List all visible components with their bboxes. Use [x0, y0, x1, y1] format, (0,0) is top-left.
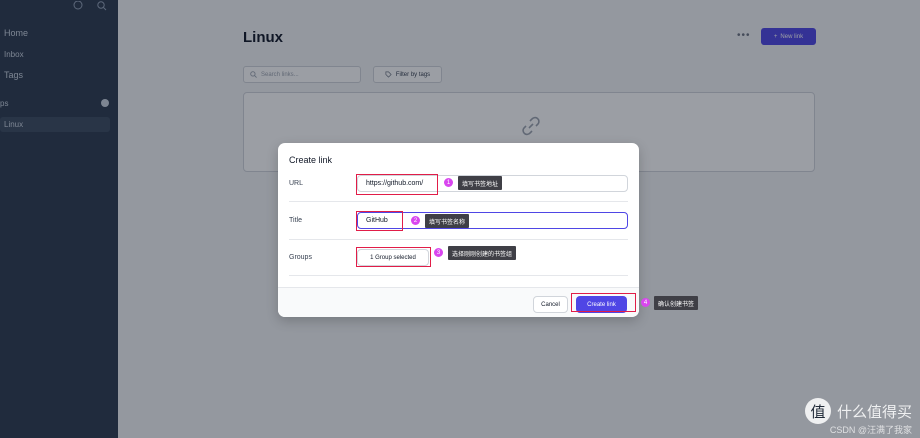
- url-value: https://github.com/: [366, 180, 424, 187]
- watermark: 值 什么值得买: [804, 398, 912, 424]
- annotation-number-2: 2: [411, 216, 420, 225]
- groups-select-button[interactable]: 1 Group selected: [357, 249, 429, 266]
- title-value: GitHub: [366, 217, 388, 224]
- divider: [289, 275, 628, 276]
- url-label: URL: [289, 180, 304, 187]
- cancel-button[interactable]: Cancel: [533, 296, 568, 313]
- annotation-tip-1: 填写书签地址: [458, 176, 503, 190]
- annotation-tip-2: 填写书签名称: [425, 214, 470, 228]
- watermark-subtext: CSDN @汪满了我家: [829, 425, 912, 435]
- create-link-button[interactable]: Create link: [576, 296, 627, 313]
- groups-label: Groups: [289, 254, 312, 261]
- title-field[interactable]: GitHub: [357, 212, 628, 229]
- annotation-number-1: 1: [444, 178, 453, 187]
- divider: [289, 239, 628, 240]
- divider: [289, 201, 628, 202]
- annotation-number-4: 4: [641, 298, 650, 307]
- create-link-dialog: Create link URL https://github.com/ Titl…: [278, 143, 639, 317]
- annotation-tip-3: 选择刚刚创建的书签组: [448, 246, 517, 260]
- dialog-title: Create link: [289, 155, 333, 165]
- annotation-number-3: 3: [434, 248, 443, 257]
- dialog-footer: Cancel Create link: [278, 287, 639, 317]
- title-label: Title: [289, 217, 302, 224]
- annotation-tip-4: 确认创建书签: [654, 296, 699, 310]
- watermark-text: 什么值得买: [836, 402, 912, 421]
- watermark-logo-icon: 值: [804, 398, 831, 424]
